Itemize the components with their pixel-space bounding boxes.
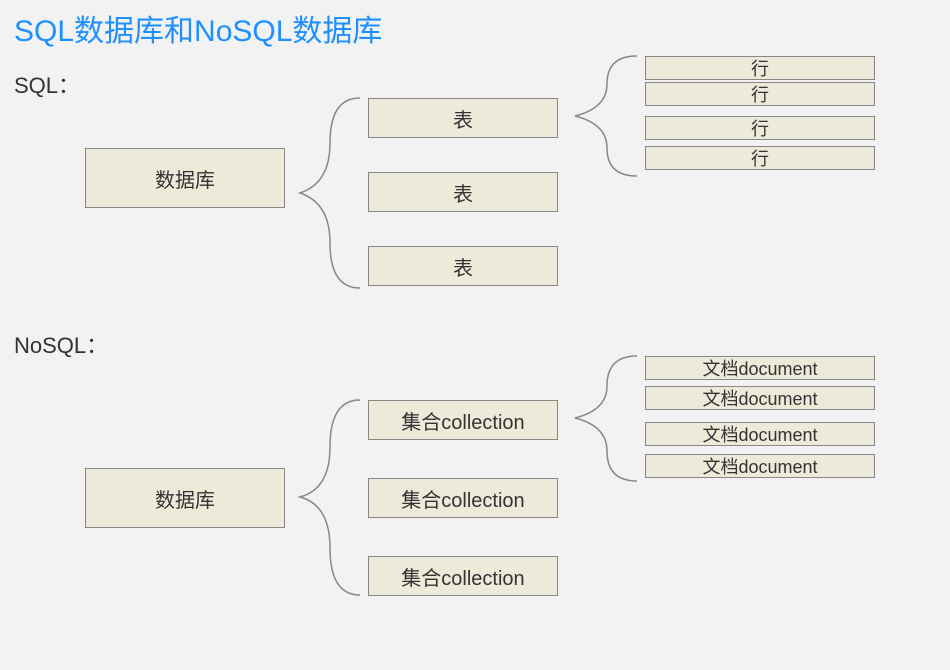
sql-row-box: 行 <box>645 146 875 170</box>
sql-section-label: SQL： <box>14 68 80 100</box>
nosql-collection-box: 集合collection <box>368 400 558 440</box>
sql-row-label: 行 <box>751 115 769 141</box>
nosql-collection-label: 集合collection <box>401 562 524 591</box>
nosql-section-label: NoSQL： <box>14 328 108 360</box>
nosql-document-label: 文档document <box>702 355 817 381</box>
sql-row-label: 行 <box>751 145 769 171</box>
sql-table-box: 表 <box>368 172 558 212</box>
sql-table-label: 表 <box>453 178 473 207</box>
brace-sql-table-to-rows <box>575 56 637 176</box>
nosql-document-label: 文档document <box>702 385 817 411</box>
sql-row-box: 行 <box>645 82 875 106</box>
sql-row-box: 行 <box>645 116 875 140</box>
nosql-document-box: 文档document <box>645 356 875 380</box>
sql-table-box: 表 <box>368 246 558 286</box>
brace-nosql-db-to-collections <box>300 400 360 595</box>
sql-database-label: 数据库 <box>155 164 215 193</box>
sql-table-label: 表 <box>453 104 473 133</box>
nosql-document-label: 文档document <box>702 453 817 479</box>
nosql-document-box: 文档document <box>645 422 875 446</box>
nosql-collection-label: 集合collection <box>401 406 524 435</box>
sql-row-label: 行 <box>751 55 769 81</box>
sql-row-label: 行 <box>751 81 769 107</box>
nosql-collection-label: 集合collection <box>401 484 524 513</box>
nosql-database-label: 数据库 <box>155 484 215 513</box>
nosql-document-box: 文档document <box>645 386 875 410</box>
sql-database-box: 数据库 <box>85 148 285 208</box>
brace-nosql-collection-to-documents <box>575 356 637 481</box>
sql-row-box: 行 <box>645 56 875 80</box>
nosql-document-box: 文档document <box>645 454 875 478</box>
brace-sql-db-to-tables <box>300 98 360 288</box>
sql-table-label: 表 <box>453 252 473 281</box>
sql-table-box: 表 <box>368 98 558 138</box>
nosql-collection-box: 集合collection <box>368 556 558 596</box>
nosql-collection-box: 集合collection <box>368 478 558 518</box>
nosql-document-label: 文档document <box>702 421 817 447</box>
nosql-database-box: 数据库 <box>85 468 285 528</box>
diagram-title: SQL数据库和NoSQL数据库 <box>14 6 382 50</box>
